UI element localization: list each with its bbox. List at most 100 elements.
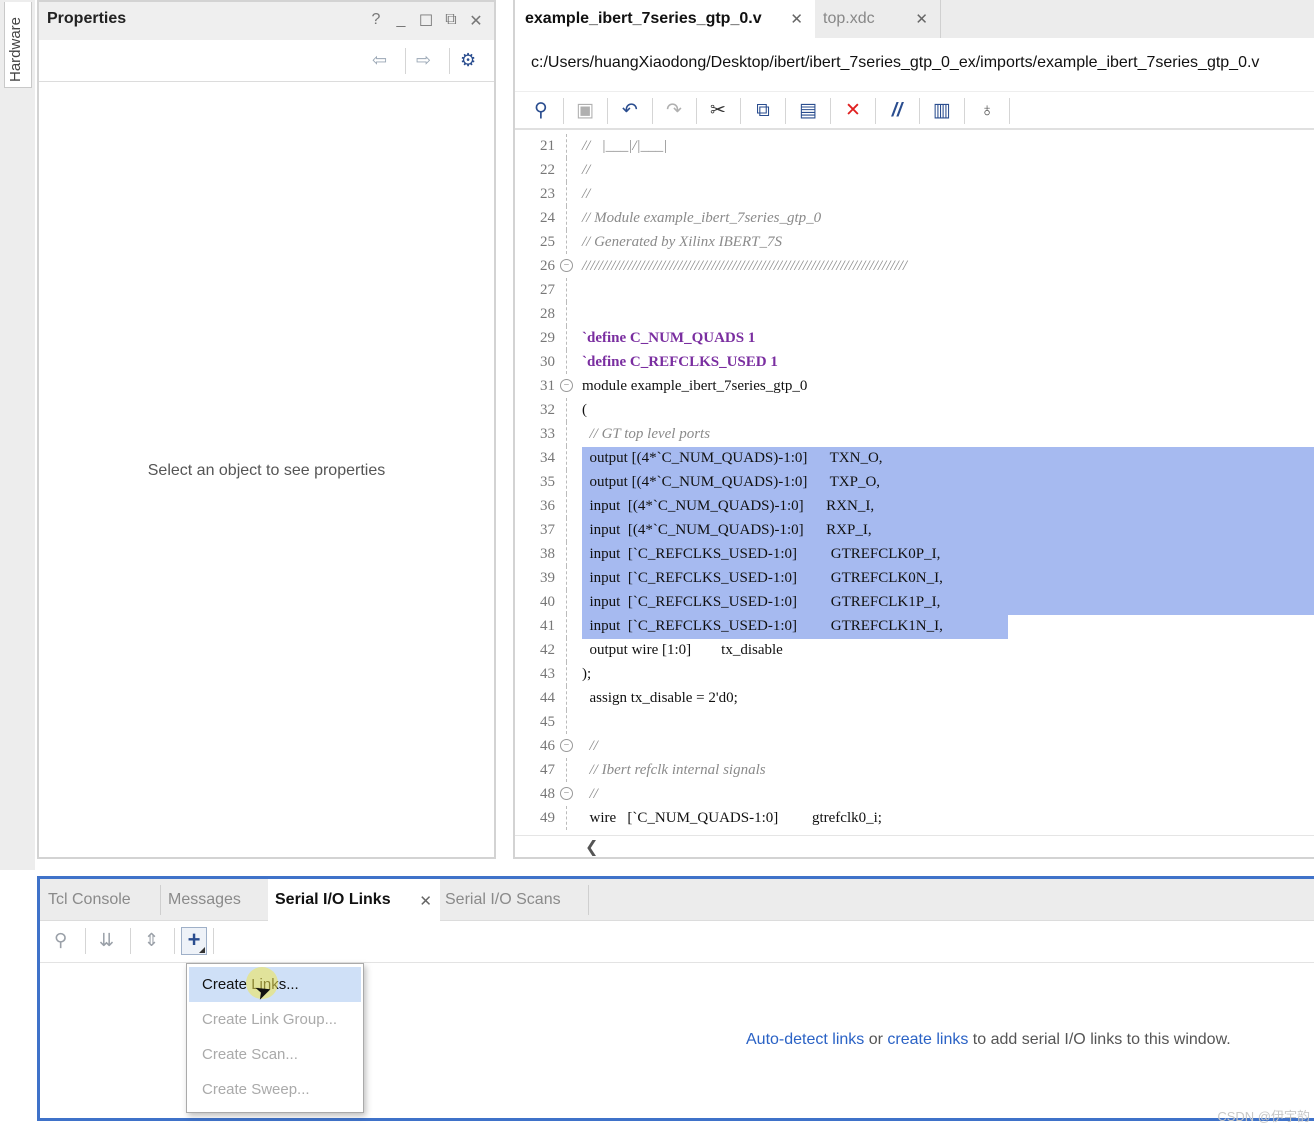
toolbar-separator — [875, 98, 876, 124]
minimize-icon[interactable]: _ — [393, 11, 409, 31]
code-line: 36 input [(4*`C_NUM_QUADS)-1:0] RXN_I, — [515, 494, 1314, 518]
line-number: 42 — [540, 642, 555, 658]
maximize-icon[interactable]: ☐ — [418, 11, 434, 31]
toolbar-separator — [652, 98, 653, 124]
code-area[interactable]: 21 // |___|/|___| 22 // 23 // 24 // Module e… — [515, 132, 1314, 832]
line-number: 41 — [540, 618, 555, 634]
copy-icon[interactable]: ⧉ — [752, 100, 774, 122]
gutter-marker — [566, 158, 567, 182]
code-line: 32 ( — [515, 398, 1314, 422]
collapse-all-icon[interactable]: ⇊ — [99, 930, 114, 951]
menu-item-create-sweep[interactable]: Create Sweep... — [187, 1072, 363, 1107]
tab-messages[interactable]: Messages — [168, 879, 241, 921]
toolbar-separator — [85, 928, 86, 954]
close-icon[interactable]: ✕ — [790, 10, 803, 28]
line-number: 31 — [540, 378, 555, 394]
gear-icon[interactable]: ⚙ — [460, 50, 476, 71]
line-text: module example_ibert_7series_gtp_0 — [582, 378, 808, 394]
line-text: input [`C_REFCLKS_USED-1:0] GTREFCLK1P_I… — [582, 594, 941, 610]
properties-panel: Properties ? _ ☐ ⧉ ✕ ⇦ ⇨ ⚙ Select an obj… — [37, 0, 496, 859]
toolbar-separator — [130, 928, 131, 954]
fold-collapse-icon[interactable]: − — [560, 379, 573, 392]
message-rest: to add serial I/O links to this window. — [972, 1031, 1231, 1048]
delete-icon[interactable]: ✕ — [842, 100, 864, 122]
tab-top-xdc[interactable]: top.xdc ✕ — [815, 0, 941, 38]
close-icon[interactable]: ✕ — [419, 892, 432, 910]
code-line: 28 — [515, 302, 1314, 326]
undo-icon[interactable]: ↶ — [619, 100, 641, 122]
tab-label: Serial I/O Scans — [445, 891, 561, 908]
code-line: 42 output wire [1:0] tx_disable — [515, 638, 1314, 662]
tab-example-ibert[interactable]: example_ibert_7series_gtp_0.v ✕ — [515, 0, 815, 38]
float-icon[interactable]: ⧉ — [443, 11, 459, 31]
help-icon[interactable]: ? — [368, 11, 384, 31]
comment-icon[interactable]: // — [886, 100, 908, 122]
scroll-left-icon[interactable]: ❮ — [585, 837, 598, 857]
tab-serial-io-links[interactable]: Serial I/O Links ✕ — [268, 879, 440, 921]
line-number: 47 — [540, 762, 555, 778]
close-icon[interactable]: ✕ — [468, 11, 484, 31]
paste-icon[interactable]: ▤ — [797, 100, 819, 122]
gutter-marker — [566, 494, 567, 518]
code-line: 31− module example_ibert_7series_gtp_0 — [515, 374, 1314, 398]
line-text: `define C_NUM_QUADS 1 — [582, 330, 756, 346]
line-text: `define C_REFCLKS_USED 1 — [582, 354, 778, 370]
columns-icon[interactable]: ▥ — [931, 100, 953, 122]
toolbar-separator — [964, 98, 965, 124]
expand-all-icon[interactable]: ⇕ — [144, 930, 159, 951]
gutter-marker — [566, 446, 567, 470]
menu-item-create-link-group[interactable]: Create Link Group... — [187, 1002, 363, 1037]
create-links-link[interactable]: create links — [887, 1031, 968, 1048]
toolbar-separator — [563, 98, 564, 124]
forward-arrow-icon[interactable]: ⇨ — [416, 50, 431, 71]
line-text: input [`C_REFCLKS_USED-1:0] GTREFCLK1N_I… — [582, 618, 943, 634]
bulb-icon[interactable]: ♁ — [976, 100, 998, 122]
toolbar-separator — [830, 98, 831, 124]
save-icon[interactable]: ▣ — [574, 100, 596, 122]
menu-item-create-scan[interactable]: Create Scan... — [187, 1037, 363, 1072]
auto-detect-links-link[interactable]: Auto-detect links — [746, 1031, 864, 1048]
fold-collapse-icon[interactable]: − — [560, 787, 573, 800]
add-icon[interactable]: + — [181, 927, 207, 955]
search-icon[interactable]: ⚲ — [530, 100, 552, 122]
line-text: // |___|/|___| — [582, 138, 668, 154]
toolbar-separator — [449, 48, 450, 74]
line-number: 43 — [540, 666, 555, 682]
back-arrow-icon[interactable]: ⇦ — [372, 50, 387, 71]
tab-serial-io-scans[interactable]: Serial I/O Scans — [445, 879, 561, 921]
code-line: 40 input [`C_REFCLKS_USED-1:0] GTREFCLK1… — [515, 590, 1314, 614]
tab-label: Serial I/O Links — [275, 891, 391, 908]
fold-collapse-icon[interactable]: − — [560, 259, 573, 272]
code-line: 21 // |___|/|___| — [515, 134, 1314, 158]
line-text: input [`C_REFCLKS_USED-1:0] GTREFCLK0P_I… — [582, 546, 941, 562]
horizontal-scrollbar[interactable]: ❮ — [515, 835, 1314, 857]
line-text: output [(4*`C_NUM_QUADS)-1:0] TXP_O, — [582, 474, 881, 490]
hardware-side-tab[interactable]: Hardware — [4, 2, 32, 88]
line-number: 49 — [540, 810, 555, 826]
line-text: ); — [582, 666, 592, 682]
tab-separator — [588, 885, 589, 915]
tab-tcl-console[interactable]: Tcl Console — [48, 879, 131, 921]
bottom-tab-bar: Tcl Console Messages Serial I/O Links ✕ … — [40, 879, 1314, 921]
line-text: // GT top level ports — [582, 426, 711, 442]
close-icon[interactable]: ✕ — [915, 10, 928, 28]
line-text: input [`C_REFCLKS_USED-1:0] GTREFCLK0N_I… — [582, 570, 943, 586]
line-text: output [(4*`C_NUM_QUADS)-1:0] TXN_O, — [582, 450, 883, 466]
code-line: 41 input [`C_REFCLKS_USED-1:0] GTREFCLK1… — [515, 614, 1314, 638]
line-number: 26 — [540, 258, 555, 274]
empty-links-message: Auto-detect links or create links to add… — [746, 1031, 1231, 1049]
cut-icon[interactable]: ✂ — [707, 100, 729, 122]
line-text: // — [582, 162, 591, 178]
fold-collapse-icon[interactable]: − — [560, 739, 573, 752]
editor-toolbar: ⚲ ▣ ↶ ↷ ✂ ⧉ ▤ ✕ // ▥ ♁ — [515, 92, 1314, 130]
search-icon[interactable]: ⚲ — [54, 930, 67, 951]
gutter-marker — [566, 398, 567, 422]
code-line: 23 // — [515, 182, 1314, 206]
line-text: ////////////////////////////////////////… — [582, 258, 908, 274]
code-line: 37 input [(4*`C_NUM_QUADS)-1:0] RXP_I, — [515, 518, 1314, 542]
redo-icon[interactable]: ↷ — [663, 100, 685, 122]
code-line: 34 output [(4*`C_NUM_QUADS)-1:0] TXN_O, — [515, 446, 1314, 470]
gutter-marker — [566, 758, 567, 782]
code-line: 45 — [515, 710, 1314, 734]
gutter-marker — [566, 614, 567, 638]
